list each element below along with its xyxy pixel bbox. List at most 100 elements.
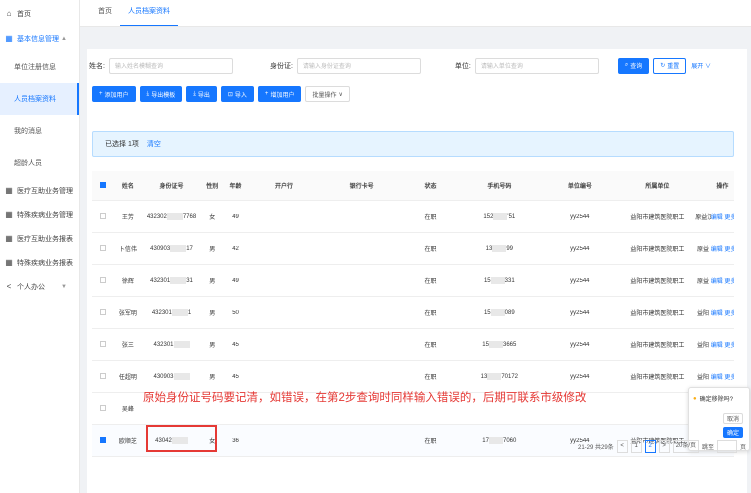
sidebar-home[interactable]: ⌂ 首页 xyxy=(0,0,79,27)
row-checkbox-cell[interactable] xyxy=(92,212,113,221)
row-checkbox[interactable] xyxy=(99,308,106,315)
refresh-icon: ↻ xyxy=(660,63,666,69)
sidebar-group-basic[interactable]: ▦ 基本信息管理 ▲ xyxy=(0,27,79,51)
sidebar-item-unit-info[interactable]: 单位注册信息 xyxy=(0,51,79,83)
row-checkbox-cell[interactable] xyxy=(92,340,113,349)
sex-cell: 男 xyxy=(209,247,216,253)
jump-input[interactable] xyxy=(717,440,738,453)
row-checkbox[interactable] xyxy=(99,372,106,379)
unit-input[interactable]: 请输入单位查询 xyxy=(474,57,599,74)
sidebar-item-person-files[interactable]: 人员档案资料 xyxy=(0,83,79,115)
tab-person-files[interactable]: 人员档案资料 xyxy=(120,2,178,26)
table-header: 姓名 身份证号 性别 年龄 开户行 银行卡号 状态 手机号码 单位编号 所属单位 操作 xyxy=(92,171,734,201)
id-input[interactable]: 请输入身份证查询 xyxy=(296,57,421,74)
download-icon: ⤓ xyxy=(193,90,196,97)
clear-selection-link[interactable]: 清空 xyxy=(147,139,161,149)
op-cell[interactable]: 编辑 更多 xyxy=(711,372,734,381)
sidebar-group-medical-report[interactable]: ▦ 医疗互助业务报表 ▼ xyxy=(0,227,79,251)
add-user-button[interactable]: + 添加用户 xyxy=(92,86,136,102)
sidebar-item-messages[interactable]: 我的消息 xyxy=(0,115,79,147)
edit-link[interactable]: 编辑 xyxy=(711,279,723,285)
edit-link[interactable]: 编辑 xyxy=(711,247,723,253)
sidebar-item-over-age[interactable]: 超龄人员 xyxy=(0,147,79,179)
name-cell: 卜信伟 xyxy=(118,247,137,253)
chevron-down-icon: ∨ xyxy=(704,64,711,70)
name-cell: 欧顺芝 xyxy=(118,439,137,445)
op-cell[interactable]: 编辑 更多 xyxy=(711,212,734,221)
import-button[interactable]: ⊡ 导入 xyxy=(220,86,254,102)
row-checkbox[interactable] xyxy=(99,404,106,411)
name-cell: 张三 xyxy=(121,343,134,349)
table-row[interactable]: 卜信伟 430903 17 男 42 在职 13 99 yy2544 益阳市建筑医院职工 原益 编辑 … xyxy=(92,233,734,265)
row-checkbox-cell[interactable] xyxy=(92,404,113,413)
header-cell: 所属单位 xyxy=(645,184,670,190)
more-link[interactable]: 更多 xyxy=(724,375,734,381)
chevron-down-icon: ∨ xyxy=(338,91,343,98)
op-cell[interactable]: 编辑 更多 xyxy=(711,340,734,349)
unit-label: 单位: xyxy=(454,62,471,70)
row-checkbox[interactable] xyxy=(99,244,106,251)
more-link[interactable]: 更多 xyxy=(724,311,734,317)
sidebar-group-medical-mutual[interactable]: ▦ 医疗互助业务管理 ▼ xyxy=(0,179,79,203)
next-page[interactable]: > xyxy=(658,440,670,453)
id-cell: 430903 17 xyxy=(150,244,193,253)
increase-user-button[interactable]: + 增加用户 xyxy=(257,86,302,102)
unit-cell: 益阳市建筑医院职工 xyxy=(630,343,685,349)
table-row[interactable]: 王芳 432302 7768 女 49 在职 152'51 yy2544 益阳市建筑医院职工 原益… xyxy=(92,201,734,233)
cancel-button[interactable]: 取消 xyxy=(722,413,743,424)
page-1[interactable]: 1 xyxy=(630,440,642,453)
more-link[interactable]: 更多 xyxy=(724,279,734,285)
prev-page[interactable]: < xyxy=(616,440,628,453)
more-link[interactable]: 更多 xyxy=(724,247,734,253)
table-row[interactable]: 张三 432301 男 45 在职 15 3665 yy2544 益阳市建筑医院职工 益阳 编辑 更… xyxy=(92,329,734,361)
edit-link[interactable]: 编辑 xyxy=(711,215,723,221)
query-button[interactable]: ⌕ 查询 xyxy=(617,57,650,74)
edit-link[interactable]: 编辑 xyxy=(711,311,723,317)
sidebar-group-office[interactable]: < 个人办公 ▼ xyxy=(0,275,79,299)
reset-button[interactable]: ↻ 重置 xyxy=(653,57,687,74)
status-cell: 在职 xyxy=(424,215,437,221)
dept-cell: 益阳 xyxy=(696,343,709,349)
edit-link[interactable]: 编辑 xyxy=(711,343,723,349)
more-link[interactable]: 更多 xyxy=(724,215,734,221)
confirm-button[interactable]: 确定 xyxy=(722,427,743,438)
total-count: 21-29 共29条 xyxy=(578,445,614,451)
name-input[interactable]: 输入姓名模糊查询 xyxy=(108,57,233,74)
person-table: 姓名 身份证号 性别 年龄 开户行 银行卡号 状态 手机号码 单位编号 所属单位 操作 王芳 43230… xyxy=(92,171,734,457)
row-checkbox[interactable] xyxy=(99,436,106,443)
op-cell[interactable]: 编辑 更多 xyxy=(711,244,734,253)
id-label: 身份证: xyxy=(269,62,293,70)
row-checkbox[interactable] xyxy=(99,212,106,219)
row-checkbox[interactable] xyxy=(99,276,106,283)
tab-home[interactable]: 首页 xyxy=(90,2,120,26)
more-link[interactable]: 更多 xyxy=(724,343,734,349)
row-checkbox-cell[interactable] xyxy=(92,436,113,445)
header-cell: 单位编号 xyxy=(567,184,592,190)
batch-operation-dropdown[interactable]: 批量操作 ∨ xyxy=(305,86,350,102)
unit-no-cell: yy2544 xyxy=(570,245,590,252)
row-checkbox[interactable] xyxy=(99,340,106,347)
edit-link[interactable]: 编辑 xyxy=(711,375,723,381)
page-size-select[interactable]: 20条/页 xyxy=(672,440,700,453)
sidebar-group-special-disease[interactable]: ▦ 特殊疾病业务管理 ▼ xyxy=(0,203,79,227)
header-checkbox-cell[interactable] xyxy=(92,181,113,190)
row-checkbox-cell[interactable] xyxy=(92,308,113,317)
page-2[interactable]: 2 xyxy=(644,440,656,453)
export-button[interactable]: ⤓ 导出 xyxy=(186,86,217,102)
op-cell[interactable]: 编辑 更多 xyxy=(711,276,734,285)
op-cell[interactable]: 编辑 更多 xyxy=(711,308,734,317)
age-cell: 45 xyxy=(232,373,239,380)
export-template-button[interactable]: ⤓ 导出模板 xyxy=(139,86,183,102)
table-row[interactable]: 徐辉 432301 31 男 49 在职 15 331 yy2544 益阳市建筑医院职工 原益 编辑 … xyxy=(92,265,734,297)
expand-link[interactable]: 展开 ∨ xyxy=(691,61,711,70)
row-checkbox-cell[interactable] xyxy=(92,372,113,381)
select-all-checkbox[interactable] xyxy=(99,181,106,188)
row-checkbox-cell[interactable] xyxy=(92,276,113,285)
plus-icon: + xyxy=(99,91,103,97)
table-row[interactable]: 张军明 432301 1 男 50 在职 15 089 yy2544 益阳市建筑医院职工 益阳 编辑 … xyxy=(92,297,734,329)
status-cell: 在职 xyxy=(424,439,437,445)
row-checkbox-cell[interactable] xyxy=(92,244,113,253)
phone-cell: 17 7060 xyxy=(482,436,517,445)
sidebar-group-special-report[interactable]: ▦ 特殊疾病业务报表 ▼ xyxy=(0,251,79,275)
dept-cell: 益阳 xyxy=(696,375,709,381)
